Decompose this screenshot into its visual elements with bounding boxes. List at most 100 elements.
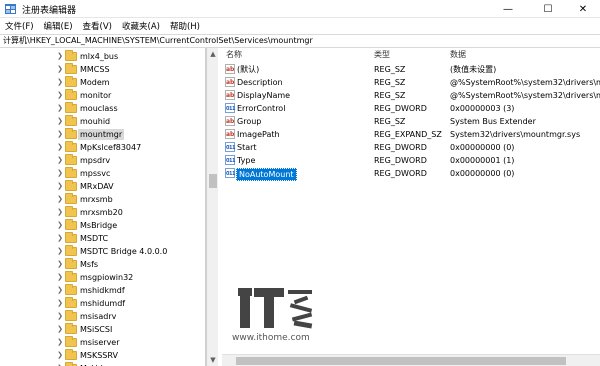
minimize-button[interactable]: —: [488, 0, 528, 18]
value-data: System Bus Extender: [450, 117, 536, 126]
chevron-right-icon[interactable]: ❯: [56, 129, 64, 140]
chevron-right-icon[interactable]: ❯: [56, 181, 64, 192]
chevron-right-icon[interactable]: ❯: [56, 220, 64, 231]
tree-item[interactable]: ❯ mpssvc: [0, 167, 205, 180]
value-row[interactable]: 011 ErrorControl REG_DWORD 0x00000003 (3): [222, 102, 600, 115]
tree-item[interactable]: ❯ monitor: [0, 89, 205, 102]
tree-item[interactable]: ❯ mountmgr: [0, 128, 205, 141]
chevron-right-icon[interactable]: ❯: [56, 337, 64, 348]
menu-edit[interactable]: 编辑(E): [39, 20, 78, 32]
tree-item-label: Modem: [80, 78, 110, 87]
tree-item-label: MsBridge: [80, 221, 118, 230]
tree-item-label: mshidumdf: [80, 299, 126, 308]
chevron-right-icon[interactable]: ❯: [56, 116, 64, 127]
tree-item-label: msiserver: [80, 338, 120, 347]
chevron-right-icon[interactable]: ❯: [56, 103, 64, 114]
value-row[interactable]: 011 Type REG_DWORD 0x00000001 (1): [222, 154, 600, 167]
tree-item[interactable]: ❯ MSDTC: [0, 232, 205, 245]
tree-item[interactable]: ❯ mrxsmb20: [0, 206, 205, 219]
tree-item[interactable]: ❯ Modem: [0, 76, 205, 89]
maximize-button[interactable]: ☐: [528, 0, 568, 18]
horizontal-scroll-thumb[interactable]: [236, 357, 566, 365]
address-bar[interactable]: 计算机\HKEY_LOCAL_MACHINE\SYSTEM\CurrentCon…: [0, 34, 600, 48]
chevron-right-icon[interactable]: ❯: [56, 324, 64, 335]
chevron-right-icon[interactable]: ❯: [56, 246, 64, 257]
tree-item[interactable]: ❯ mrxsmb: [0, 193, 205, 206]
tree-item[interactable]: ❯ mouhid: [0, 115, 205, 128]
tree-item[interactable]: ❯ mpsdrv: [0, 154, 205, 167]
title-bar: 注册表编辑器 — ☐ ✕: [0, 0, 600, 18]
tree-item[interactable]: ❯ msiserver: [0, 336, 205, 349]
chevron-right-icon[interactable]: ❯: [56, 233, 64, 244]
menu-bar: 文件(F) 编辑(E) 查看(V) 收藏夹(A) 帮助(H): [0, 18, 600, 34]
tree-item[interactable]: ❯ mlx4_bus: [0, 50, 205, 63]
tree-item[interactable]: ❯ mouclass: [0, 102, 205, 115]
folder-icon: [65, 284, 77, 295]
chevron-right-icon[interactable]: ❯: [56, 51, 64, 62]
tree-item-label: MSDTC Bridge 4.0.0.0: [80, 247, 168, 256]
folder-icon: [65, 297, 77, 308]
binary-value-icon: 011: [225, 155, 235, 165]
tree-item-label: msisadrv: [80, 312, 117, 321]
tree-item-label: mpssvc: [80, 169, 111, 178]
tree-item[interactable]: ❯ MSiSCSI: [0, 323, 205, 336]
column-header-type[interactable]: 类型: [374, 48, 390, 61]
binary-value-icon: 011: [225, 168, 235, 178]
tree-item[interactable]: ❯ MpKslcef83047: [0, 141, 205, 154]
chevron-right-icon[interactable]: ❯: [56, 194, 64, 205]
list-horizontal-scrollbar[interactable]: [222, 354, 600, 366]
tree-item[interactable]: ❯ MsBridge: [0, 219, 205, 232]
chevron-right-icon[interactable]: ❯: [56, 142, 64, 153]
chevron-right-icon[interactable]: ❯: [56, 259, 64, 270]
scroll-thumb[interactable]: [209, 174, 217, 188]
chevron-right-icon[interactable]: ❯: [56, 285, 64, 296]
menu-file[interactable]: 文件(F): [0, 20, 39, 32]
scroll-down-arrow-icon[interactable]: ▼: [207, 354, 219, 366]
folder-icon: [65, 76, 77, 87]
tree-item[interactable]: ❯MsLldp: [0, 362, 205, 366]
folder-icon: [65, 245, 77, 256]
value-row[interactable]: 011 NoAutoMount REG_DWORD 0x00000000 (0): [222, 167, 600, 181]
chevron-right-icon[interactable]: ❯: [56, 77, 64, 88]
value-row[interactable]: 011 Start REG_DWORD 0x00000000 (0): [222, 141, 600, 154]
tree-item[interactable]: ❯ MMCSS: [0, 63, 205, 76]
folder-icon: [65, 206, 77, 217]
value-data: 0x00000001 (1): [450, 156, 515, 165]
tree-item[interactable]: ❯ msisadrv: [0, 310, 205, 323]
value-row[interactable]: ab ImagePath REG_EXPAND_SZ System32\drivers…: [222, 128, 600, 141]
value-type: REG_SZ: [374, 78, 406, 87]
value-row[interactable]: ab Group REG_SZ System Bus Extender: [222, 115, 600, 128]
tree-item[interactable]: ❯ MRxDAV: [0, 180, 205, 193]
tree-item[interactable]: ❯ mshidumdf: [0, 297, 205, 310]
chevron-right-icon[interactable]: ❯: [56, 64, 64, 75]
chevron-right-icon[interactable]: ❯: [56, 350, 64, 361]
chevron-right-icon[interactable]: ❯: [56, 272, 64, 283]
chevron-right-icon[interactable]: ❯: [56, 90, 64, 101]
maximize-icon: ☐: [543, 3, 553, 15]
value-list: 名称 类型 数据 ab (默认) REG_SZ (数值未设置) ab Descriptio…: [222, 48, 600, 366]
menu-favorites[interactable]: 收藏夹(A): [117, 20, 165, 32]
tree-item[interactable]: ❯ MSDTC Bridge 4.0.0.0: [0, 245, 205, 258]
value-row[interactable]: ab (默认) REG_SZ (数值未设置): [222, 63, 600, 76]
column-header-data[interactable]: 数据: [450, 48, 466, 61]
chevron-right-icon[interactable]: ❯: [56, 298, 64, 309]
close-button[interactable]: ✕: [566, 0, 600, 18]
value-row[interactable]: ab Description REG_SZ @%SystemRoot%\system3…: [222, 76, 600, 89]
tree-vertical-scrollbar[interactable]: ▲ ▼: [206, 48, 218, 366]
chevron-right-icon[interactable]: ❯: [56, 155, 64, 166]
column-header-name[interactable]: 名称: [226, 48, 242, 61]
folder-icon: [65, 102, 77, 113]
menu-view[interactable]: 查看(V): [78, 20, 117, 32]
scroll-up-arrow-icon[interactable]: ▲: [207, 48, 219, 60]
chevron-right-icon[interactable]: ❯: [56, 311, 64, 322]
value-type: REG_SZ: [374, 65, 406, 74]
chevron-right-icon[interactable]: ❯: [56, 168, 64, 179]
value-row[interactable]: ab DisplayName REG_SZ @%SystemRoot%\system3…: [222, 89, 600, 102]
tree-item[interactable]: ❯ MSKSSRV: [0, 349, 205, 362]
chevron-right-icon[interactable]: ❯: [56, 207, 64, 218]
tree-item[interactable]: ❯ Msfs: [0, 258, 205, 271]
menu-help[interactable]: 帮助(H): [165, 20, 205, 32]
tree-item[interactable]: ❯ mshidkmdf: [0, 284, 205, 297]
value-name: Description: [237, 78, 283, 87]
tree-item[interactable]: ❯ msgpiowin32: [0, 271, 205, 284]
